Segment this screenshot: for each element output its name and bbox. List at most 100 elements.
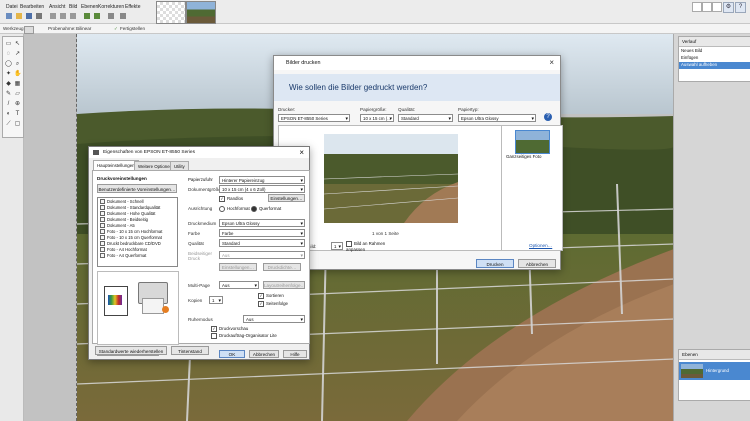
borderless-settings-button[interactable]: Einstellungen… [268,194,305,202]
lasso-icon[interactable]: ◌ [5,51,12,58]
preset-item[interactable]: Foto - 10 x 15 cm Hochformat [100,229,162,234]
borderless-checkbox[interactable]: ✓ Randlos [219,196,243,202]
reverse-order-checkbox[interactable]: ✓ Seitenfolge [258,301,288,307]
undo-icon[interactable] [84,13,90,19]
paper-size-dropdown[interactable]: 10 x 15 cm (… [360,114,394,122]
magic-wand-icon[interactable]: ✦ [5,71,12,78]
print-button[interactable]: Drucken [476,259,514,268]
menu-datei[interactable]: Datei [6,4,18,10]
brush-icon[interactable]: ✎ [5,91,12,98]
rect-select-icon[interactable]: ▭ [5,41,12,48]
menu-ebenen[interactable]: Ebenen [81,4,98,10]
move-icon[interactable]: ↖ [14,41,21,48]
print-icon[interactable] [36,13,42,19]
quality-dropdown[interactable]: Standard [398,114,453,122]
cut-icon[interactable] [50,13,56,19]
paste-icon[interactable] [70,13,76,19]
color-dropdown[interactable]: Farbe [219,229,305,237]
close-icon[interactable]: × [549,58,554,67]
rulers-icon[interactable] [120,13,126,19]
preset-item[interactable]: Dokument - Standardqualität [100,205,160,210]
shapes-icon[interactable]: ▢ [14,121,21,128]
tool-selector[interactable] [24,26,34,34]
save-icon[interactable] [26,13,32,19]
grid-icon[interactable] [108,13,114,19]
paint-bucket-icon[interactable]: ◆ [5,81,12,88]
text-icon[interactable]: T [14,111,21,118]
cancel-button[interactable]: Abbrechen [249,350,279,358]
history-item-selected[interactable]: Auswahl aufheben [679,62,750,69]
move-selection-icon[interactable]: ↗ [14,51,21,58]
help-button[interactable]: Hilfe [283,350,307,358]
help-icon[interactable]: ? [735,2,746,13]
portrait-radio[interactable]: Hochformat [219,206,250,212]
preset-item[interactable]: Druckt bedruckbare CD/DVD [100,241,161,246]
help-icon[interactable]: ? [544,113,552,121]
job-arranger-checkbox[interactable]: Druckauftrag-Organisator Lite [211,333,277,339]
collate-checkbox[interactable]: ✓ Sortieren [258,293,284,299]
settings-icon[interactable]: ⚙ [723,2,734,13]
checkmark-icon[interactable]: ✓ [114,26,118,32]
preset-item[interactable]: Dokument - Hohe Qualität [100,211,155,216]
multipage-dropdown[interactable]: Aus [219,281,259,289]
tools-window-icon[interactable] [692,2,702,12]
print-preview-checkbox[interactable]: ✓ Druckvorschau [211,326,248,332]
fit-to-frame-checkbox[interactable]: Bild an Rahmen anpassen [346,241,390,252]
quiet-mode-dropdown[interactable]: Aus [243,315,305,323]
page-order-button[interactable]: Layoutreihenfolge… [263,281,305,289]
ink-levels-button[interactable]: Tintenstand [171,346,209,355]
sampling-dropdown[interactable]: Bilinear [76,26,91,31]
line-icon[interactable]: ⟋ [5,121,12,128]
menu-ansicht[interactable]: Ansicht [49,4,65,10]
preset-item[interactable]: Foto - A4 Hochformat [100,247,147,252]
zoom-icon[interactable]: ⌕ [14,61,21,68]
history-window-icon[interactable] [702,2,712,12]
ellipse-select-icon[interactable]: ◯ [5,61,12,68]
eraser-icon[interactable]: ▱ [14,91,21,98]
recolor-icon[interactable]: ◐ [5,111,12,118]
options-link[interactable]: Optionen… [529,243,552,248]
close-icon[interactable]: × [299,148,304,157]
image-tab-photo[interactable] [186,1,216,24]
preset-item[interactable]: Dokument - A5 [100,223,135,228]
menu-bearbeiten[interactable]: Bearbeiten [20,4,44,10]
paper-type-dropdown[interactable]: Epson Ultra Glossy [458,114,536,122]
cancel-button[interactable]: Abbrechen [518,259,556,268]
paper-source-dropdown[interactable]: Hinterer Papiereinzug [219,176,305,184]
twosided-dropdown[interactable]: Aus [219,251,305,259]
preset-item[interactable]: Foto - 10 x 15 cm Querformat [100,235,162,240]
twosided-settings-button[interactable]: Einstellungen… [219,263,257,271]
copies-input[interactable]: 1 [209,296,223,304]
pencil-icon[interactable]: / [5,101,12,108]
finish-label[interactable]: Fertigstellen [120,26,145,31]
preset-item[interactable]: Dokument - Schnell [100,199,144,204]
doc-size-dropdown[interactable]: 10 x 15 cm (4 x 6 Zoll) [219,185,305,193]
media-dropdown[interactable]: Epson Ultra Glossy [219,219,305,227]
gradient-icon[interactable]: ▦ [14,81,21,88]
landscape-radio[interactable]: Querformat [251,206,281,212]
clone-stamp-icon[interactable]: ⊕ [14,101,21,108]
preset-item[interactable]: Dokument - Beidseitig [100,217,148,222]
quality-dropdown[interactable]: Standard [219,239,305,247]
menu-bild[interactable]: Bild [69,4,77,10]
redo-icon[interactable] [94,13,100,19]
menu-effekte[interactable]: Effekte [125,4,140,10]
copies-input[interactable]: 1 [331,242,343,250]
restore-defaults-button[interactable]: Standardwerte wiederherstellen [95,346,167,355]
open-folder-icon[interactable] [16,13,22,19]
history-item[interactable]: Neues Bild [681,48,702,53]
copy-icon[interactable] [60,13,66,19]
layers-window-icon[interactable] [712,2,722,12]
image-tab-transparent[interactable] [156,1,186,24]
preset-item[interactable]: Foto - A4 Querformat [100,253,146,258]
layer-row[interactable]: Hintergrund [679,362,750,380]
add-presets-button[interactable]: Benutzerdefinierte Voreinstellungen… [97,184,177,193]
new-file-icon[interactable] [6,13,12,19]
menu-korrekturen[interactable]: Korrekturen [98,4,124,10]
printer-dropdown[interactable]: EPSON ET-8550 Series [278,114,350,122]
pan-icon[interactable]: ✋ [14,71,21,78]
history-item[interactable]: Einfügen [681,55,698,60]
ok-button[interactable]: OK [219,350,245,358]
layout-thumbnail[interactable] [515,130,550,154]
print-density-button[interactable]: Druckdichte… [263,263,301,271]
